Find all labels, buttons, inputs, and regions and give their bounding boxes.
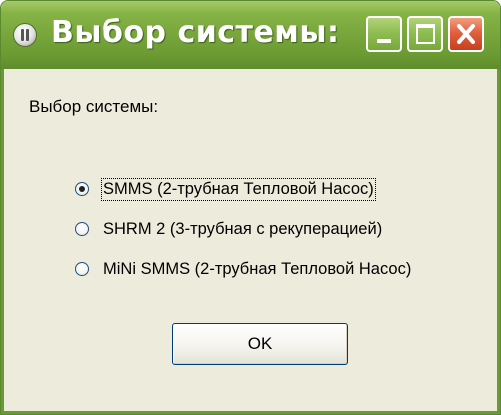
dialog-window: Выбор системы: Выбор системы: SMMS (2-тр… xyxy=(0,0,501,415)
radio-button[interactable] xyxy=(75,222,89,236)
window-border-bottom xyxy=(1,411,500,414)
radio-button[interactable] xyxy=(75,262,89,276)
radio-label[interactable]: SMMS (2-трубная Тепловой Насос) xyxy=(101,177,376,201)
radio-label[interactable]: MiNi SMMS (2-трубная Тепловой Насос) xyxy=(102,259,412,280)
window-border-left xyxy=(1,69,4,414)
window-title: Выбор системы: xyxy=(51,15,340,50)
radio-button-checked[interactable] xyxy=(75,182,89,196)
close-icon xyxy=(457,24,475,44)
radio-option-smms[interactable]: SMMS (2-трубная Тепловой Насос) xyxy=(75,177,376,201)
dialog-label: Выбор системы: xyxy=(29,97,159,116)
maximize-button[interactable] xyxy=(407,16,443,52)
title-bar[interactable]: Выбор системы: xyxy=(1,1,500,69)
minimize-icon xyxy=(377,39,391,43)
ok-button[interactable]: OK xyxy=(172,323,348,365)
app-icon[interactable] xyxy=(13,23,37,47)
radio-option-shrm2[interactable]: SHRM 2 (3-трубная с рекуперацией) xyxy=(75,218,383,240)
minimize-button[interactable] xyxy=(366,16,402,52)
radio-label[interactable]: SHRM 2 (3-трубная с рекуперацией) xyxy=(102,219,383,240)
window-border-right xyxy=(497,69,500,414)
close-button[interactable] xyxy=(448,16,484,52)
radio-option-mini-smms[interactable]: MiNi SMMS (2-трубная Тепловой Насос) xyxy=(75,258,412,280)
maximize-icon xyxy=(416,24,435,44)
